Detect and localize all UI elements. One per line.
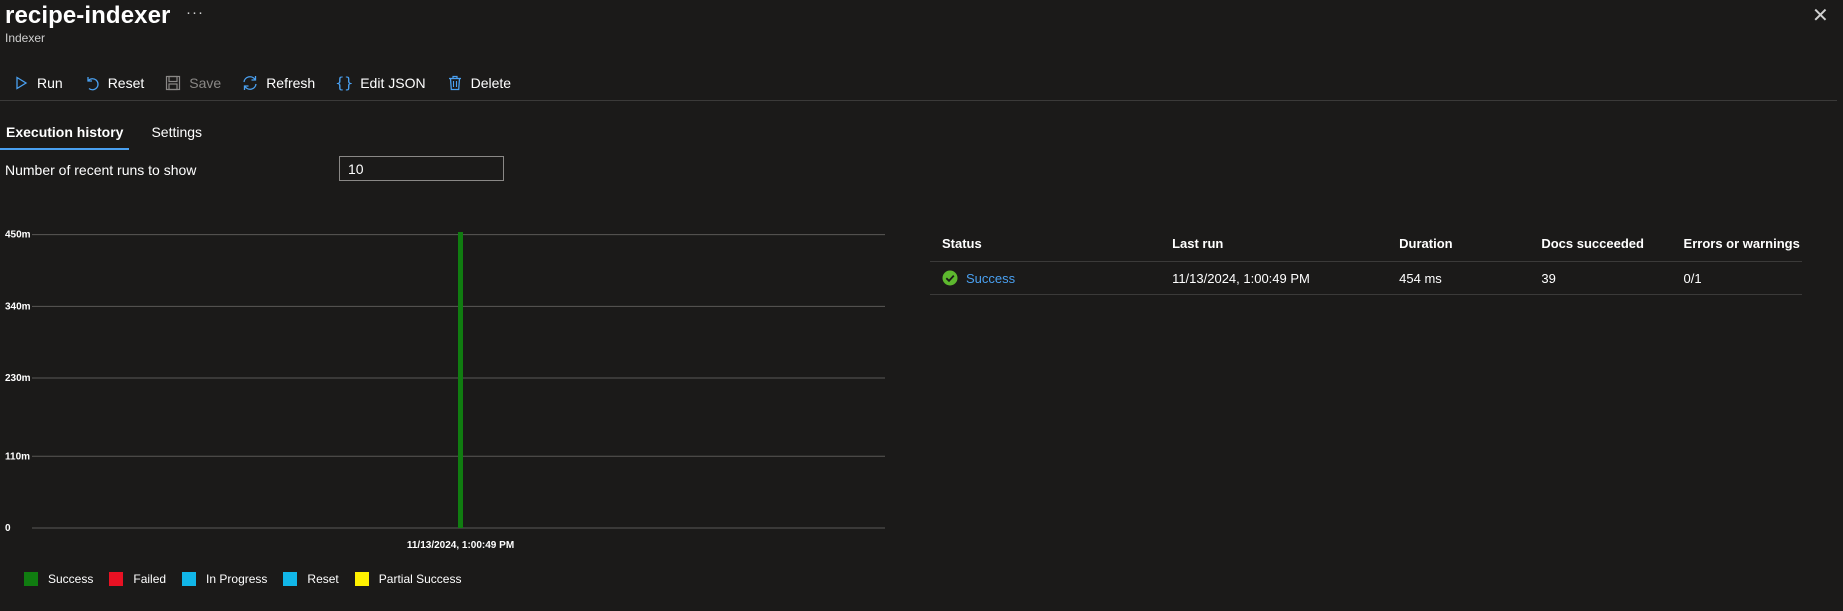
legend-item-reset[interactable]: Reset bbox=[283, 572, 339, 586]
success-check-icon bbox=[942, 270, 958, 286]
y-tick-label: 110m bbox=[5, 451, 30, 462]
delete-label: Delete bbox=[470, 75, 512, 91]
status-cell: Success bbox=[930, 270, 1172, 286]
undo-icon bbox=[83, 74, 101, 92]
docs-succeeded-cell: 39 bbox=[1541, 270, 1556, 286]
edit-json-button[interactable]: {} Edit JSON bbox=[323, 68, 433, 98]
execution-table: Status Last run Duration Docs succeeded … bbox=[930, 226, 1802, 295]
last-run-cell: 11/13/2024, 1:00:49 PM bbox=[1172, 270, 1310, 286]
run-label: Run bbox=[37, 75, 63, 91]
reset-label: Reset bbox=[107, 75, 145, 91]
y-tick-label: 340m bbox=[5, 301, 31, 312]
save-label: Save bbox=[189, 75, 222, 91]
legend-item-success[interactable]: Success bbox=[24, 572, 93, 586]
header-last-run: Last run bbox=[1172, 236, 1224, 251]
legend-label: Partial Success bbox=[378, 572, 462, 586]
braces-icon: {} bbox=[335, 74, 354, 92]
tab-settings[interactable]: Settings bbox=[145, 118, 208, 150]
play-icon bbox=[12, 74, 30, 92]
legend-swatch bbox=[182, 572, 197, 586]
header-status: Status bbox=[942, 236, 982, 251]
chart-legend: Success Failed In Progress Reset Partial Suc… bbox=[24, 572, 477, 586]
legend-item-failed[interactable]: Failed bbox=[109, 572, 166, 586]
recent-runs-input[interactable] bbox=[339, 156, 504, 181]
tab-execution-history[interactable]: Execution history bbox=[0, 118, 130, 150]
status-link[interactable]: Success bbox=[966, 271, 1015, 286]
header-errors-warnings: Errors or warnings bbox=[1683, 236, 1800, 251]
refresh-button[interactable]: Refresh bbox=[229, 68, 323, 98]
legend-item-partial-success[interactable]: Partial Success bbox=[354, 572, 462, 586]
legend-label: Success bbox=[48, 572, 94, 586]
page-title: recipe-indexer bbox=[5, 2, 171, 29]
x-tick-label: 11/13/2024, 1:00:49 PM bbox=[407, 540, 514, 551]
more-options-button[interactable]: ··· bbox=[186, 4, 204, 21]
header-duration: Duration bbox=[1399, 236, 1453, 251]
refresh-label: Refresh bbox=[266, 75, 316, 91]
page-subtitle: Indexer bbox=[5, 31, 46, 45]
table-row: Success 11/13/2024, 1:00:49 PM 454 ms 39… bbox=[930, 262, 1802, 295]
save-icon bbox=[164, 74, 182, 92]
legend-label: In Progress bbox=[206, 572, 268, 586]
header-docs-succeeded: Docs succeeded bbox=[1541, 236, 1644, 251]
legend-swatch bbox=[24, 572, 38, 586]
table-header: Status Last run Duration Docs succeeded … bbox=[930, 226, 1802, 262]
run-button[interactable]: Run bbox=[0, 68, 71, 98]
legend-swatch bbox=[109, 572, 124, 586]
recent-runs-label: Number of recent runs to show bbox=[5, 162, 197, 178]
y-tick-label: 0 bbox=[5, 523, 11, 534]
delete-button[interactable]: Delete bbox=[434, 68, 519, 98]
toolbar: Run Reset Save Refresh {} Edit JSON Dele… bbox=[0, 68, 519, 98]
bar-success[interactable] bbox=[458, 232, 463, 528]
duration-cell: 454 ms bbox=[1399, 270, 1442, 286]
y-tick-label: 230m bbox=[5, 373, 31, 384]
legend-swatch bbox=[354, 572, 369, 586]
legend-label: Failed bbox=[133, 572, 167, 586]
toolbar-divider bbox=[0, 100, 1837, 101]
close-button[interactable]: ✕ bbox=[1812, 3, 1829, 28]
edit-json-label: Edit JSON bbox=[360, 75, 426, 91]
trash-icon bbox=[446, 74, 464, 92]
reset-button[interactable]: Reset bbox=[71, 68, 153, 98]
legend-swatch bbox=[283, 572, 298, 586]
refresh-icon bbox=[241, 74, 259, 92]
legend-label: Reset bbox=[307, 572, 339, 586]
legend-item-in-progress[interactable]: In Progress bbox=[182, 572, 267, 586]
errors-warnings-cell: 0/1 bbox=[1683, 270, 1702, 286]
y-tick-label: 450m bbox=[5, 230, 31, 241]
execution-history-chart: 0 110m 230m 340m 450m 11/13/2024, 1:00:49 PM bbox=[5, 230, 885, 551]
tab-bar: Execution history Settings bbox=[0, 118, 224, 150]
save-button[interactable]: Save bbox=[152, 68, 229, 98]
